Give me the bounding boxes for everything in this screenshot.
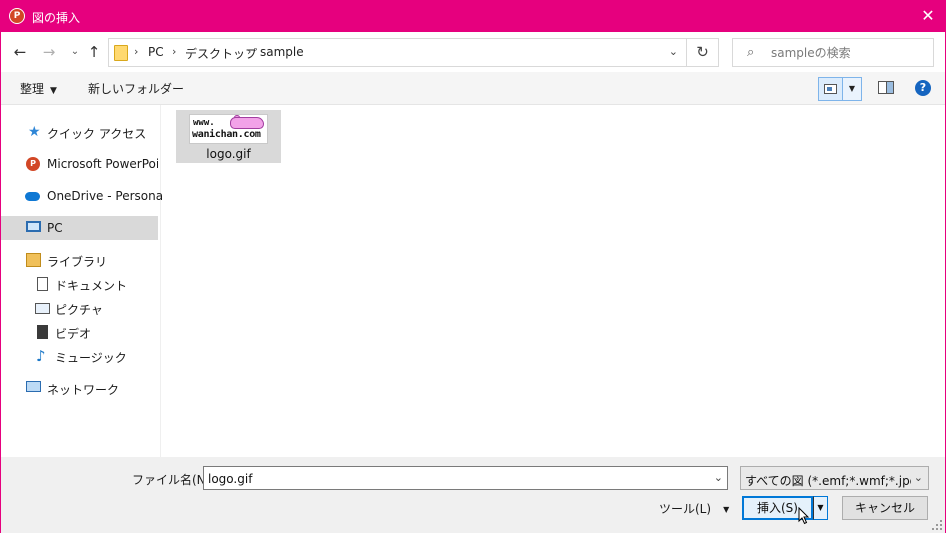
file-name: logo.gif	[206, 147, 251, 161]
refresh-icon[interactable]: ↻	[687, 38, 719, 67]
sidebar-item-label: ネットワーク	[47, 383, 120, 397]
music-icon: ♪	[36, 347, 46, 365]
sidebar-item-network[interactable]: ネットワーク	[1, 376, 158, 400]
sidebar-item-onedrive[interactable]: OneDrive - Personal	[1, 184, 166, 208]
videos-icon	[37, 325, 48, 339]
file-item[interactable]: www. wanichan.com logo.gif	[176, 110, 281, 163]
pictures-icon	[35, 303, 50, 314]
change-view-button[interactable]	[818, 77, 843, 101]
organize-button[interactable]: 整理 ▼	[20, 80, 57, 97]
view-icon	[824, 84, 837, 94]
powerpoint-icon: P	[26, 157, 40, 171]
logo-bunny-icon	[230, 117, 264, 129]
folder-icon	[114, 45, 128, 61]
powerpoint-icon: P	[9, 8, 25, 24]
resize-grip-icon[interactable]	[932, 520, 942, 530]
breadcrumb-separator-icon: ›	[134, 45, 139, 58]
documents-icon	[37, 277, 48, 291]
navigation-pane: ★ クイック アクセス P Microsoft PowerPoint OneDr…	[1, 105, 166, 457]
new-folder-button[interactable]: 新しいフォルダー	[88, 80, 184, 97]
search-input[interactable]	[771, 44, 926, 62]
sidebar-item-label: Microsoft PowerPoint	[47, 157, 158, 171]
view-options-dropdown[interactable]: ▼	[843, 77, 862, 101]
dialog-title: 図の挿入	[32, 11, 81, 25]
sidebar-item-pictures[interactable]: ピクチャ	[1, 296, 158, 320]
file-type-select[interactable]: すべての図 (*.emf;*.wmf;*.jpg;*.jpeg;*.jfif;*…	[740, 466, 929, 490]
forward-arrow-icon[interactable]: →	[40, 42, 58, 62]
sidebar-item-label: ビデオ	[55, 327, 92, 341]
address-bar[interactable]: › PC › デスクトップ › sample ⌄	[108, 38, 687, 67]
help-icon[interactable]: ?	[915, 80, 931, 96]
chevron-down-icon: ▼	[50, 86, 57, 96]
file-list: www. wanichan.com logo.gif	[162, 105, 945, 457]
breadcrumb-sample[interactable]: sample	[260, 45, 304, 59]
close-icon[interactable]: ✕	[917, 5, 939, 27]
filename-input[interactable]: logo.gif ⌄	[203, 466, 728, 490]
mouse-pointer-icon	[798, 507, 810, 525]
sidebar-item-label: PC	[47, 221, 63, 235]
insert-options-dropdown[interactable]: ▼	[813, 496, 828, 520]
quick-access-star-icon: ★	[28, 124, 41, 140]
sidebar-item-label: クイック アクセス	[47, 127, 147, 141]
network-icon	[26, 381, 41, 392]
sidebar-item-label: ミュージック	[55, 351, 127, 365]
search-box[interactable]: ⌕	[732, 38, 934, 67]
dialog-footer: ファイル名(N): logo.gif ⌄ すべての図 (*.emf;*.wmf;…	[1, 457, 945, 533]
insert-picture-dialog: P 図の挿入 ✕ ← → ⌄ ↑ › PC › デスクトップ › sample …	[0, 0, 946, 533]
onedrive-cloud-icon	[25, 192, 40, 201]
breadcrumb-separator-icon[interactable]: ›	[247, 45, 251, 58]
sidebar-item-label: ドキュメント	[55, 279, 128, 293]
breadcrumb-separator-icon[interactable]: ›	[172, 45, 176, 58]
cancel-button[interactable]: キャンセル	[842, 496, 928, 520]
title-bar: P 図の挿入 ✕	[1, 1, 945, 32]
sidebar-item-videos[interactable]: ビデオ	[1, 320, 158, 344]
tools-button[interactable]: ツール(L) ▼	[659, 500, 729, 517]
logo-text-line1: www.	[193, 118, 215, 128]
back-arrow-icon[interactable]: ←	[11, 42, 29, 62]
breadcrumb-pc[interactable]: PC	[148, 45, 164, 59]
file-thumbnail: www. wanichan.com	[189, 114, 268, 144]
sidebar-item-label: ライブラリ	[47, 255, 108, 269]
recent-locations-chevron-icon[interactable]: ⌄	[66, 42, 84, 62]
navigation-bar: ← → ⌄ ↑ › PC › デスクトップ › sample ⌄ ↻ ⌕	[1, 32, 945, 72]
preview-pane-icon[interactable]	[878, 81, 894, 94]
tools-label: ツール(L)	[659, 502, 712, 516]
sidebar-item-pc[interactable]: PC	[1, 216, 158, 240]
pc-icon	[26, 221, 41, 232]
chevron-down-icon[interactable]: ⌄	[714, 471, 723, 484]
search-icon: ⌕	[747, 45, 755, 60]
sidebar-item-powerpoint[interactable]: P Microsoft PowerPoint	[1, 152, 158, 176]
library-icon	[26, 253, 41, 267]
up-arrow-icon[interactable]: ↑	[85, 42, 103, 62]
sidebar-item-label: ピクチャ	[55, 303, 103, 317]
file-type-value: すべての図 (*.emf;*.wmf;*.jpg;*.jpeg;*.jfif;*…	[745, 474, 911, 488]
sidebar-item-library[interactable]: ライブラリ	[1, 248, 158, 272]
sidebar-item-label: OneDrive - Personal	[47, 189, 167, 203]
organize-label: 整理	[20, 82, 45, 96]
filename-value: logo.gif	[208, 472, 253, 486]
address-dropdown-icon[interactable]: ⌄	[669, 45, 678, 58]
sidebar-item-quick-access[interactable]: ★ クイック アクセス	[1, 120, 158, 144]
chevron-down-icon: ⌄	[913, 471, 923, 484]
logo-text-line2: wanichan.com	[192, 129, 261, 140]
chevron-down-icon: ▼	[723, 505, 730, 514]
sidebar-item-music[interactable]: ♪ ミュージック	[1, 344, 158, 368]
command-bar: 整理 ▼ 新しいフォルダー ▼ ?	[1, 72, 945, 105]
sidebar-item-documents[interactable]: ドキュメント	[1, 272, 158, 296]
